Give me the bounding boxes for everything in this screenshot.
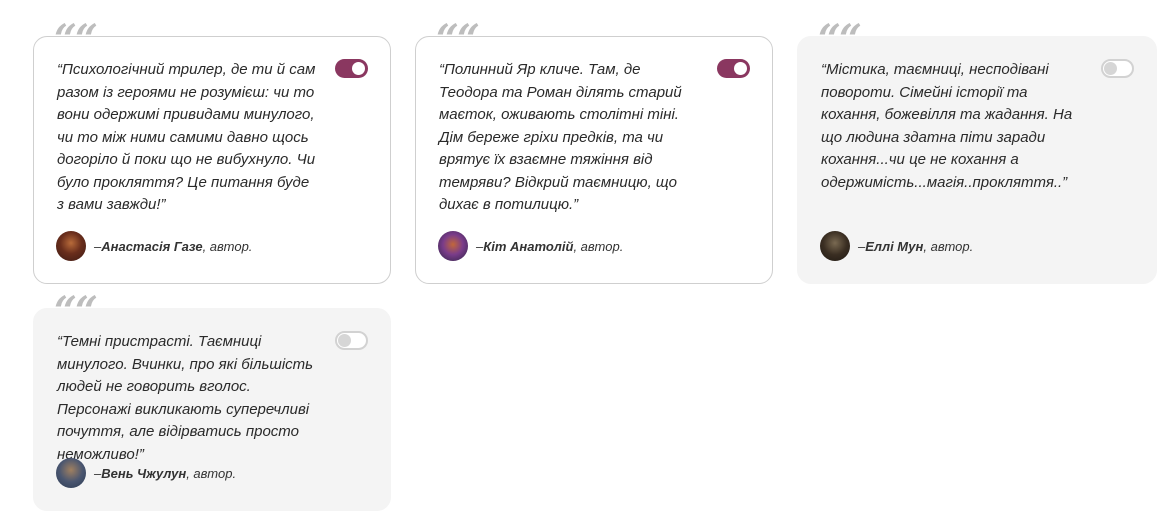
author-name: Кіт Анатолій xyxy=(483,238,574,254)
testimonial-quote: “Психологічний трилер, де ти й сам разом… xyxy=(57,61,316,213)
author-role: , автор. xyxy=(573,238,624,254)
testimonial-card: ““ “Темні пристрасті. Таємниці минулого.… xyxy=(33,292,391,511)
testimonial-toggle[interactable] xyxy=(717,59,750,78)
author-name: Анастасія Газе xyxy=(101,238,203,254)
avatar xyxy=(56,231,86,261)
testimonial-quote: “Містика, таємниці, несподівані повороти… xyxy=(821,61,1073,191)
testimonial-quote: “Темні пристрасті. Таємниці минулого. Вч… xyxy=(57,333,314,463)
testimonials-grid: ““ “Психологічний трилер, де ти й сам ра… xyxy=(0,0,1175,523)
testimonial-toggle[interactable] xyxy=(335,59,368,78)
testimonial-author: – Кіт Анатолій , автор. xyxy=(438,231,623,261)
testimonial-card: ““ “Психологічний трилер, де ти й сам ра… xyxy=(33,20,391,284)
avatar xyxy=(56,458,86,488)
author-name: Еллі Мун xyxy=(865,238,924,254)
testimonial-card: ““ “Містика, таємниці, несподівані повор… xyxy=(797,20,1157,284)
quote-mark-icon: ““ xyxy=(54,16,98,63)
author-role: , автор. xyxy=(186,465,237,481)
toggle-knob xyxy=(734,62,747,75)
testimonial-toggle[interactable] xyxy=(1101,59,1134,78)
author-name: Вень Чжулун xyxy=(101,465,187,481)
author-dash: – xyxy=(858,238,866,254)
testimonial-card: ““ “Полинний Яр кличе. Там, де Теодора т… xyxy=(415,20,773,284)
testimonial-author: – Вень Чжулун , автор. xyxy=(56,458,236,488)
author-dash: – xyxy=(94,465,102,481)
avatar xyxy=(438,231,468,261)
testimonial-author: – Еллі Мун , автор. xyxy=(820,231,973,261)
testimonial-author: – Анастасія Газе , автор. xyxy=(56,231,252,261)
author-role: , автор. xyxy=(923,238,974,254)
avatar xyxy=(820,231,850,261)
testimonial-quote: “Полинний Яр кличе. Там, де Теодора та Р… xyxy=(439,61,682,213)
author-dash: – xyxy=(476,238,484,254)
toggle-knob xyxy=(1104,62,1117,75)
toggle-knob xyxy=(338,334,351,347)
quote-mark-icon: ““ xyxy=(436,16,480,63)
author-role: , автор. xyxy=(202,238,253,254)
toggle-knob xyxy=(352,62,365,75)
quote-mark-icon: ““ xyxy=(818,16,862,63)
quote-mark-icon: ““ xyxy=(54,288,98,335)
testimonial-toggle[interactable] xyxy=(335,331,368,350)
